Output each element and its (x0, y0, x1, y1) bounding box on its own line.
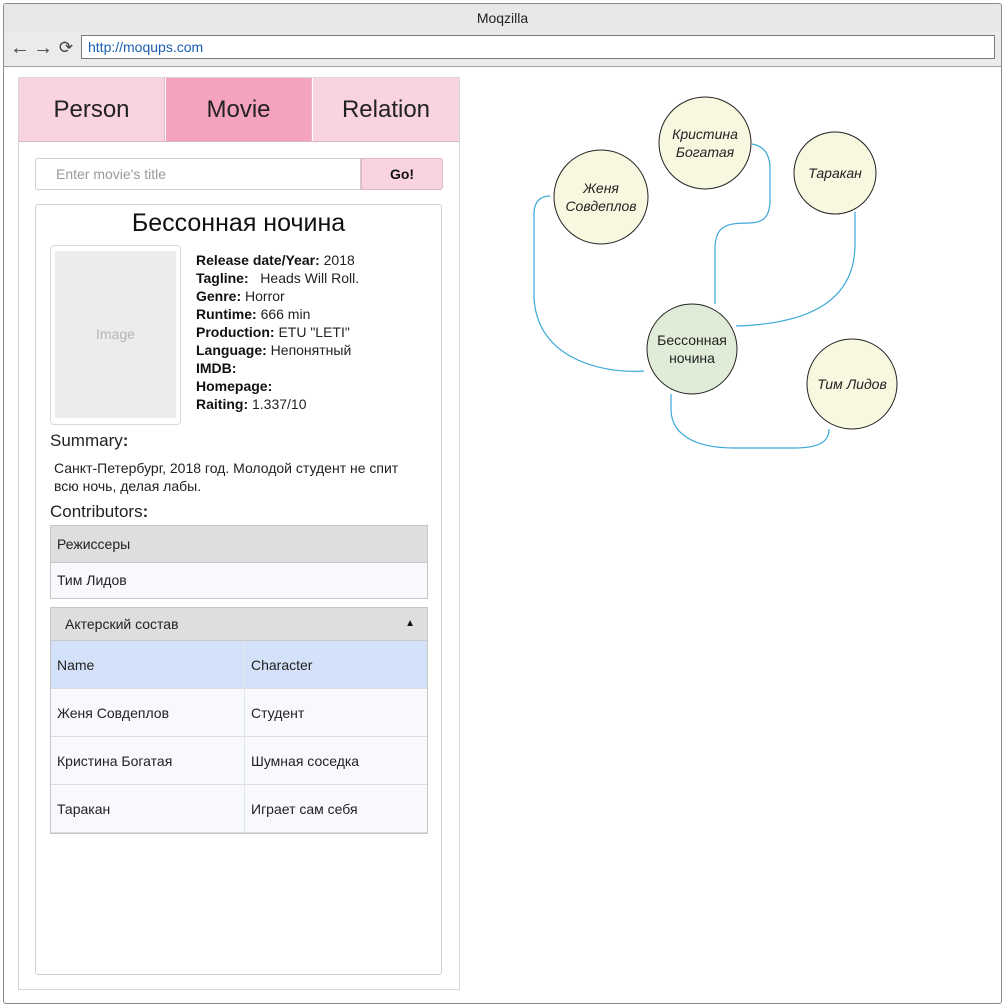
node-label: Совдеплов (565, 198, 636, 214)
person-node-tarakan[interactable]: Таракан (793, 131, 877, 215)
browser-window: Moqzilla ← → ⟳ http://moqups.com Person … (3, 3, 1002, 1004)
node-label: Женя (582, 180, 619, 196)
person-node-tim[interactable]: Тим Лидов (806, 338, 898, 430)
node-label: Тим Лидов (817, 376, 887, 392)
edge-tim (670, 394, 830, 449)
person-node-zhenya[interactable]: Женя Совдеплов (553, 149, 649, 245)
node-label: Таракан (808, 165, 862, 181)
movie-node-label-2: ночина (669, 350, 715, 366)
relation-graph: Бессонная ночина Женя Совдеплов Кристина… (533, 96, 898, 449)
node-label: Богатая (676, 144, 735, 160)
node-label: Кристина (672, 126, 738, 142)
edge-tarakan (735, 212, 856, 327)
movie-node[interactable]: Бессонная ночина (646, 303, 738, 395)
movie-node-label-1: Бессонная (657, 332, 727, 348)
person-node-kristina[interactable]: Кристина Богатая (658, 96, 752, 190)
